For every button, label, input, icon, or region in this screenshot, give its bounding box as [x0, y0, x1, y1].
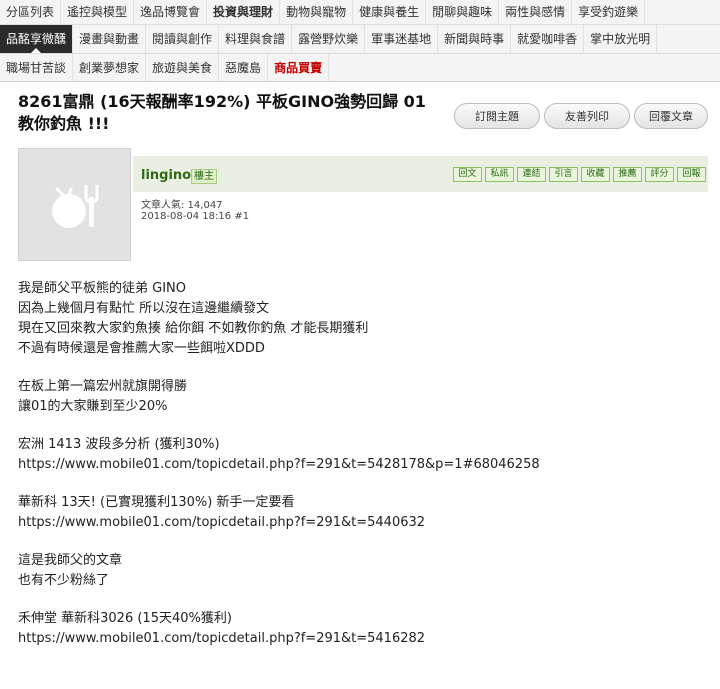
post-line: 這是我師父的文章	[18, 553, 123, 568]
post-line: 我是師父平板熊的徒弟 GINO	[18, 281, 186, 296]
post-line: 不過有時候還是會推薦大家一些餌啦XDDD	[18, 341, 265, 356]
author-name[interactable]: lingino	[141, 168, 191, 183]
print-button[interactable]: 友善列印	[544, 103, 630, 129]
nav-item[interactable]: 軍事迷基地	[365, 25, 439, 53]
thread-title: 8261富鼎 (16天報酬率192%) 平板GINO強勢回歸 01 教你釣魚 !…	[18, 92, 426, 133]
nav-item[interactable]: 旅遊與美食	[146, 54, 220, 81]
category-nav-row-3: 職場甘苦談 創業夢想家 旅遊與美食 惡魔島 商品買賣	[0, 54, 720, 82]
private-message-button[interactable]: 私訊	[485, 167, 514, 182]
reply-button[interactable]: 回覆文章	[634, 103, 708, 129]
nav-item[interactable]: 逸品博覽會	[134, 0, 208, 24]
nav-item[interactable]: 閒聊與趣味	[426, 0, 500, 24]
nav-item[interactable]: 掌中放光明	[584, 25, 658, 53]
nav-item[interactable]: 兩性與感情	[499, 0, 573, 24]
post-line: 因為上幾個月有點忙 所以沒在這邊繼續發文	[18, 301, 270, 316]
quote-button[interactable]: 引言	[549, 167, 578, 182]
avatar[interactable]	[18, 148, 131, 261]
post-line: 禾伸堂 華新科3026 (15天40%獲利)	[18, 611, 232, 626]
nav-item[interactable]: 創業夢想家	[73, 54, 147, 81]
post-line: 讓01的大家賺到至少20%	[18, 399, 168, 414]
nav-item[interactable]: 料理與食譜	[219, 25, 293, 53]
category-nav-row-1: 分區列表 遙控與模型 逸品博覽會 投資與理財 動物與寵物 健康與養生 閒聊與趣味…	[0, 0, 720, 25]
nav-item[interactable]: 遙控與模型	[61, 0, 135, 24]
nav-item[interactable]: 漫畫與動畫	[73, 25, 147, 53]
category-nav-row-2: 品酩享微醺 漫畫與動畫 閱讀與創作 料理與食譜 露營野炊樂 軍事迷基地 新聞與時…	[0, 25, 720, 54]
post-line: 也有不少粉絲了	[18, 573, 110, 588]
subscribe-button[interactable]: 訂閱主題	[454, 103, 540, 129]
nav-item[interactable]: 分區列表	[0, 0, 62, 24]
post-meta: 2018-08-04 18:16 #1	[141, 211, 249, 222]
thread-actions: 訂閱主題 友善列印 回覆文章	[454, 103, 708, 129]
report-button[interactable]: 回報	[677, 167, 706, 182]
rate-button[interactable]: 評分	[645, 167, 674, 182]
reply-post-button[interactable]: 回文	[453, 167, 482, 182]
post-content: 我是師父平板熊的徒弟 GINO 因為上幾個月有點忙 所以沒在這邊繼續發文 現在又…	[18, 279, 708, 649]
post-link[interactable]: https://www.mobile01.com/topicdetail.php…	[18, 455, 708, 475]
post-action-buttons: 回文 私訊 連結 引言 收藏 推薦 評分 回報	[453, 167, 706, 182]
nav-item-current-category[interactable]: 投資與理財	[207, 0, 281, 24]
nav-item[interactable]: 動物與寵物	[280, 0, 354, 24]
post-datetime: 2018-08-04 18:16	[141, 211, 232, 222]
nav-item-marketplace[interactable]: 商品買賣	[268, 54, 330, 81]
nav-item[interactable]: 惡魔島	[219, 54, 269, 81]
nav-item-active[interactable]: 品酩享微醺	[0, 25, 74, 53]
post-link[interactable]: https://www.mobile01.com/topicdetail.php…	[18, 513, 708, 533]
post-floor-number[interactable]: #1	[234, 211, 249, 222]
link-button[interactable]: 連結	[517, 167, 546, 182]
nav-item[interactable]: 享受釣遊樂	[572, 0, 646, 24]
bookmark-button[interactable]: 收藏	[581, 167, 610, 182]
nav-item[interactable]: 閱讀與創作	[146, 25, 220, 53]
nav-item[interactable]: 職場甘苦談	[0, 54, 74, 81]
nav-item[interactable]: 就愛咖啡香	[511, 25, 585, 53]
post-line: 現在又回來教大家釣魚揍 給你餌 不如教你釣魚 才能長期獲利	[18, 321, 369, 336]
default-avatar-icon	[51, 184, 98, 228]
post-line: 宏洲 1413 波段多分析 (獲利30%)	[18, 437, 220, 452]
post-link[interactable]: https://www.mobile01.com/topicdetail.php…	[18, 629, 708, 649]
nav-item[interactable]: 新聞與時事	[438, 25, 512, 53]
post-line: 華新科 13天! (已實現獲利130%) 新手一定要看	[18, 495, 295, 510]
nav-item[interactable]: 露營野炊樂	[292, 25, 366, 53]
recommend-button[interactable]: 推薦	[613, 167, 642, 182]
nav-item[interactable]: 健康與養生	[353, 0, 427, 24]
post-line: 在板上第一篇宏州就旗開得勝	[18, 379, 188, 394]
post-popularity: 文章人氣: 14,047	[141, 200, 223, 211]
author-role-badge: 樓主	[191, 169, 217, 184]
